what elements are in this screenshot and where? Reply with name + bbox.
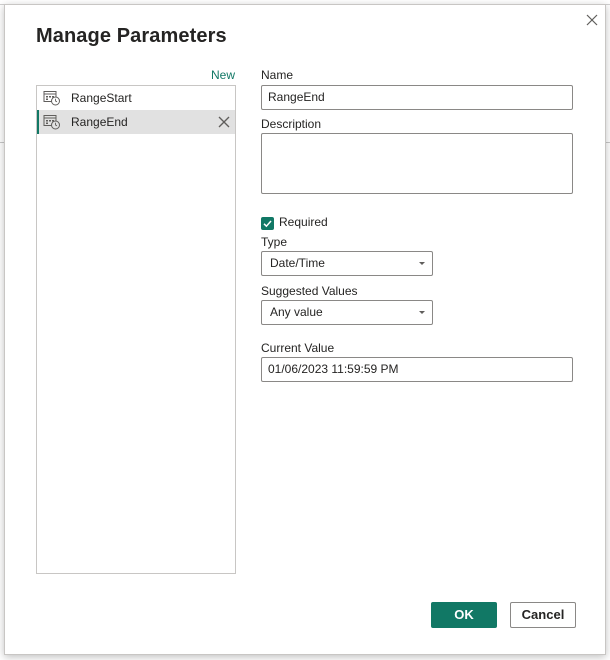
suggested-values-label: Suggested Values [261,284,358,298]
current-value-label: Current Value [261,341,335,355]
chevron-down-icon [419,262,425,265]
current-value-field[interactable]: 01/06/2023 11:59:59 PM [261,357,573,382]
type-dropdown[interactable]: Date/Time [261,251,433,276]
parameter-list: RangeStart RangeEnd [36,85,236,574]
new-parameter-link[interactable]: New [211,68,235,82]
type-label: Type [261,235,288,249]
description-field[interactable] [261,133,573,194]
ok-button[interactable]: OK [431,602,497,628]
dialog-title: Manage Parameters [36,25,227,47]
suggested-values-dropdown-value: Any value [270,305,323,319]
remove-parameter-icon[interactable] [217,115,231,129]
required-checkbox[interactable] [261,217,274,230]
close-icon[interactable] [583,11,601,29]
name-field[interactable]: RangeEnd [261,85,573,110]
manage-parameters-dialog: Manage Parameters New RangeStart RangeEn… [4,4,606,655]
parameter-item-label: RangeStart [71,91,132,105]
parameter-item-rangeend[interactable]: RangeEnd [37,110,235,134]
chevron-down-icon [419,311,425,314]
name-label: Name [261,68,294,82]
suggested-values-dropdown[interactable]: Any value [261,300,433,325]
datetime-param-icon [43,90,61,106]
cancel-button[interactable]: Cancel [510,602,576,628]
parameter-item-label: RangeEnd [71,115,128,129]
required-label: Required [279,215,328,229]
type-dropdown-value: Date/Time [270,256,325,270]
parameter-item-rangestart[interactable]: RangeStart [37,86,235,110]
description-label: Description [261,117,322,131]
datetime-param-icon [43,114,61,130]
